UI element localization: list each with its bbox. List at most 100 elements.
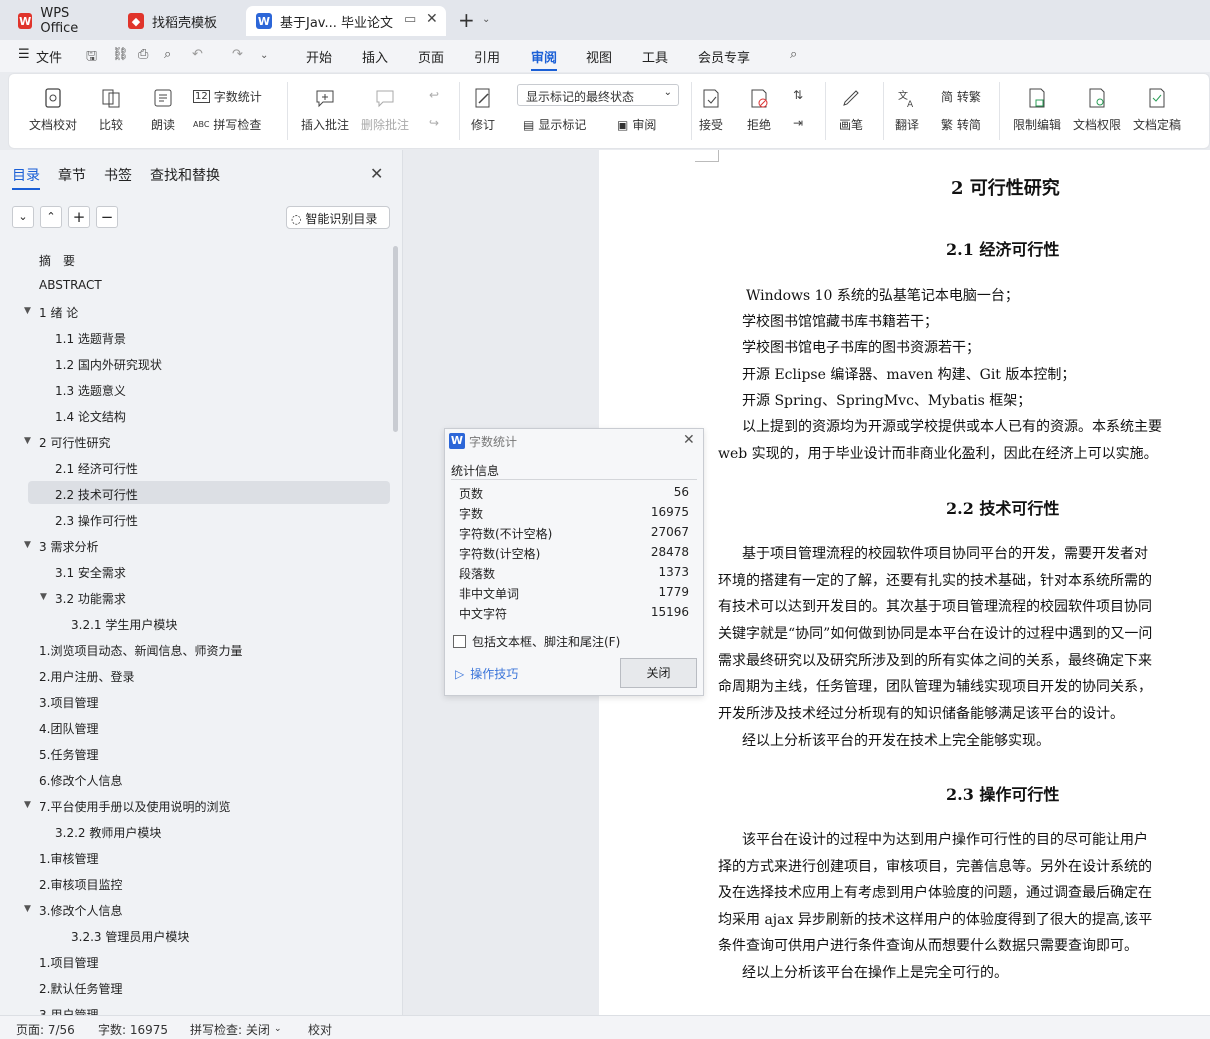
toc-item[interactable]: 2.用户注册、登录: [39, 668, 134, 685]
hamburger-icon[interactable]: ☰: [18, 47, 30, 62]
menu-page[interactable]: 页面: [418, 47, 444, 66]
menu-start[interactable]: 开始: [306, 47, 332, 66]
remove-icon[interactable]: −: [96, 206, 118, 228]
toc-item[interactable]: 1.浏览项目动态、新闻信息、师资力量: [39, 642, 242, 659]
toc-item[interactable]: 5.任务管理: [39, 746, 98, 763]
tips-link[interactable]: ▷ 操作技巧: [455, 665, 518, 682]
toc-item[interactable]: 7.平台使用手册以及使用说明的浏览: [39, 798, 230, 815]
caret-down-icon[interactable]: ▼: [40, 592, 47, 602]
toc-item[interactable]: 1 绪 论: [39, 304, 78, 321]
toc-item[interactable]: 1.2 国内外研究现状: [55, 356, 162, 373]
toc-item[interactable]: ABSTRACT: [39, 278, 102, 292]
toc-item[interactable]: 3.1 安全需求: [55, 564, 126, 581]
toc-item[interactable]: 1.4 论文结构: [55, 408, 126, 425]
spell-check-button[interactable]: ABC 拼写检查: [193, 116, 261, 133]
print-icon[interactable]: ⎙: [138, 47, 148, 62]
close-pane-icon[interactable]: ✕: [370, 164, 383, 183]
caret-down-icon[interactable]: ▼: [24, 306, 31, 316]
preview-icon[interactable]: ⌕: [164, 47, 171, 62]
expand-icon[interactable]: ⌃: [40, 206, 62, 228]
to-traditional-button[interactable]: 简 转繁: [941, 88, 981, 105]
toc-item[interactable]: 2.2 技术可行性: [55, 486, 138, 503]
toc-item[interactable]: 2 可行性研究: [39, 434, 110, 451]
next-change-icon[interactable]: ⇥: [793, 116, 803, 130]
spell-status[interactable]: 拼写检查: 关闭: [190, 1021, 270, 1038]
delete-comment-button[interactable]: 删除批注: [361, 86, 409, 133]
tab-bookmarks[interactable]: 书签: [104, 165, 132, 185]
insert-comment-button[interactable]: 插入批注: [301, 86, 349, 133]
more-icon[interactable]: ⌄: [260, 50, 268, 61]
menu-insert[interactable]: 插入: [362, 47, 388, 66]
menu-member[interactable]: 会员专享: [698, 47, 750, 66]
menu-review[interactable]: 审阅: [531, 47, 558, 71]
include-textbox-checkbox[interactable]: 包括文本框、脚注和尾注(F): [453, 633, 620, 650]
compare-button[interactable]: 比较: [99, 86, 123, 133]
caret-down-icon[interactable]: ▼: [24, 436, 31, 446]
toc-item[interactable]: 1.3 选题意义: [55, 382, 126, 399]
menu-reference[interactable]: 引用: [474, 47, 500, 66]
toc-item[interactable]: 3.2.2 教师用户模块: [55, 824, 161, 841]
markup-state-select[interactable]: 显示标记的最终状态 ⌄: [517, 84, 679, 106]
checkbox-box[interactable]: [453, 635, 466, 648]
tab-document[interactable]: W 基于Jav... 毕业论文 ▭ ✕: [246, 6, 446, 36]
toc-item[interactable]: 3 需求分析: [39, 538, 98, 555]
doc-rights-button[interactable]: 文档权限: [1073, 86, 1121, 133]
tab-chapters[interactable]: 章节: [58, 165, 86, 185]
window-icon[interactable]: ▭: [404, 12, 416, 27]
toc-item[interactable]: 1.1 选题背景: [55, 330, 126, 347]
toc-item[interactable]: 2.默认任务管理: [39, 980, 122, 997]
proof-status[interactable]: 校对: [308, 1021, 332, 1038]
read-button[interactable]: 朗读: [151, 86, 175, 133]
translate-button[interactable]: 文A 翻译: [895, 86, 919, 133]
toc-item[interactable]: 6.修改个人信息: [39, 772, 122, 789]
redo-icon[interactable]: ↷: [232, 47, 243, 62]
word-count-button[interactable]: 12 字数统计: [193, 88, 262, 105]
toc-item[interactable]: 2.3 操作可行性: [55, 512, 138, 529]
link-icon[interactable]: ⛓: [112, 47, 129, 62]
show-markup-button[interactable]: ▤ 显示标记: [523, 116, 586, 133]
caret-down-icon[interactable]: ▼: [24, 904, 31, 914]
search-icon[interactable]: ⌕: [790, 47, 797, 62]
page-indicator[interactable]: 页面: 7/56: [16, 1021, 75, 1038]
toc-item[interactable]: 2.1 经济可行性: [55, 460, 138, 477]
save-icon[interactable]: 🖫: [86, 47, 97, 69]
toc-item[interactable]: 3.2.1 学生用户模块: [71, 616, 177, 633]
prev-comment-icon[interactable]: ↩: [429, 88, 439, 102]
toc-item[interactable]: 3.项目管理: [39, 694, 98, 711]
tab-wps-office[interactable]: W WPS Office: [8, 6, 114, 36]
restrict-edit-button[interactable]: 限制编辑: [1013, 86, 1061, 133]
menu-file[interactable]: 文件: [36, 47, 62, 66]
toc-item[interactable]: 3.2 功能需求: [55, 590, 126, 607]
smart-toc-button[interactable]: ◌ 智能识别目录: [286, 206, 390, 229]
menu-tools[interactable]: 工具: [642, 47, 668, 66]
collapse-icon[interactable]: ⌄: [12, 206, 34, 228]
toc-item[interactable]: 1.审核管理: [39, 850, 98, 867]
finalize-button[interactable]: 文档定稿: [1133, 86, 1181, 133]
review-pane-button[interactable]: ▣ 审阅: [617, 116, 656, 133]
tab-template[interactable]: ◆ 找稻壳模板: [118, 6, 242, 36]
close-dialog-icon[interactable]: ✕: [683, 432, 695, 448]
menu-view[interactable]: 视图: [586, 47, 612, 66]
chevron-down-icon[interactable]: ⌄: [274, 1024, 282, 1034]
doc-check-button[interactable]: 文档校对: [29, 86, 77, 133]
toc-item[interactable]: 摘 要: [39, 252, 75, 269]
accept-button[interactable]: 接受: [699, 86, 723, 133]
caret-down-icon[interactable]: ▼: [24, 800, 31, 810]
pen-button[interactable]: 画笔: [839, 86, 863, 133]
caret-down-icon[interactable]: ▼: [24, 540, 31, 550]
chevron-down-icon[interactable]: ⌄: [482, 14, 490, 25]
tab-find-replace[interactable]: 查找和替换: [150, 165, 220, 185]
toc-item[interactable]: 1.项目管理: [39, 954, 98, 971]
toc-item[interactable]: 2.审核项目监控: [39, 876, 122, 893]
scrollbar-thumb[interactable]: [393, 246, 398, 432]
toc-item[interactable]: 4.团队管理: [39, 720, 98, 737]
close-button[interactable]: 关闭: [620, 658, 697, 688]
revise-button[interactable]: 修订: [471, 86, 495, 133]
undo-icon[interactable]: ↶: [192, 47, 203, 62]
word-count-status[interactable]: 字数: 16975: [98, 1021, 168, 1038]
tab-toc[interactable]: 目录: [12, 165, 40, 190]
new-tab-icon[interactable]: +: [458, 8, 475, 32]
next-comment-icon[interactable]: ↪: [429, 116, 439, 130]
toc-item[interactable]: 3.2.3 管理员用户模块: [71, 928, 189, 945]
prev-change-icon[interactable]: ⇅: [793, 88, 803, 102]
